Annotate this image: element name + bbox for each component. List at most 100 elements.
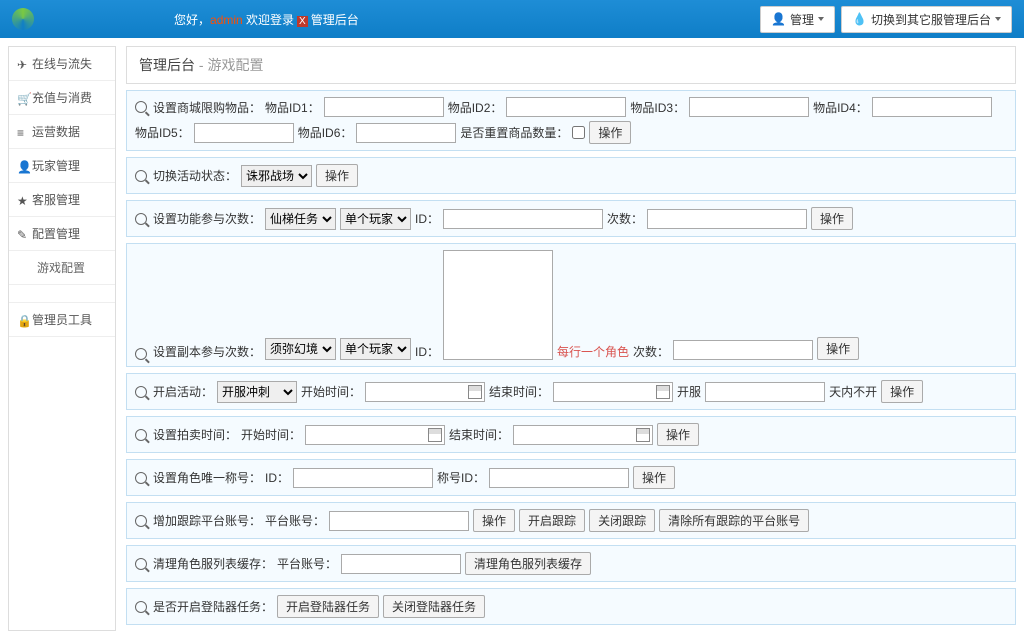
clear-cache-button[interactable]: 清理角色服列表缓存: [465, 552, 591, 575]
account-input[interactable]: [329, 511, 469, 531]
sidebar-item-online[interactable]: ✈在线与流失: [9, 47, 115, 81]
scope-select[interactable]: 单个玩家: [340, 208, 411, 230]
activity-select[interactable]: 诛邪战场: [241, 165, 312, 187]
search-icon: [135, 213, 147, 225]
cart-icon: 🛒: [17, 92, 28, 103]
disable-track-button[interactable]: 关闭跟踪: [589, 509, 655, 532]
feature-select[interactable]: 仙梯任务: [265, 208, 336, 230]
panel-unique-title: 设置角色唯一称号： ID： 称号ID： 操作: [126, 459, 1016, 496]
breadcrumb: 管理后台 - 游戏配置: [126, 46, 1016, 84]
drop-icon: 💧: [852, 12, 867, 26]
panel-clear-cache: 清理角色服列表缓存： 平台账号： 清理角色服列表缓存: [126, 545, 1016, 582]
reset-qty-checkbox[interactable]: [572, 126, 585, 139]
chevron-down-icon: [818, 17, 824, 21]
title-id-input[interactable]: [489, 468, 629, 488]
operate-button[interactable]: 操作: [881, 380, 923, 403]
days-input[interactable]: [705, 382, 825, 402]
switch-server-dropdown[interactable]: 💧切换到其它服管理后台: [841, 6, 1012, 33]
account-input[interactable]: [341, 554, 461, 574]
panel-title: 设置拍卖时间：: [153, 426, 237, 443]
search-icon: [135, 472, 147, 484]
search-icon: [135, 558, 147, 570]
sidebar-item-player[interactable]: 👤玩家管理: [9, 149, 115, 183]
panel-title: 设置副本参与次数：: [153, 343, 261, 360]
item-id4-input[interactable]: [872, 97, 992, 117]
instance-select[interactable]: 须弥幻境: [265, 338, 336, 360]
star-icon: ★: [17, 194, 28, 205]
manage-dropdown[interactable]: 👤管理: [760, 6, 835, 33]
count-input[interactable]: [673, 340, 813, 360]
start-time-input[interactable]: [365, 382, 485, 402]
item-id3-input[interactable]: [689, 97, 809, 117]
panel-shop-limit: 设置商城限购物品： 物品ID1： 物品ID2： 物品ID3： 物品ID4： 物品…: [126, 90, 1016, 151]
search-icon: [135, 515, 147, 527]
id-textarea[interactable]: [443, 250, 553, 360]
item-id2-input[interactable]: [506, 97, 626, 117]
sidebar-item-operation[interactable]: ≡运营数据: [9, 115, 115, 149]
end-time-input[interactable]: [553, 382, 673, 402]
count-input[interactable]: [647, 209, 807, 229]
operate-button[interactable]: 操作: [657, 423, 699, 446]
item-id1-input[interactable]: [324, 97, 444, 117]
panel-feature-count: 设置功能参与次数： 仙梯任务 单个玩家 ID： 次数： 操作: [126, 200, 1016, 237]
id-input[interactable]: [443, 209, 603, 229]
search-icon: [135, 386, 147, 398]
sidebar-item-service[interactable]: ★客服管理: [9, 183, 115, 217]
start-time-input[interactable]: [305, 425, 445, 445]
search-icon: [135, 601, 147, 613]
panel-switch-activity: 切换活动状态： 诛邪战场 操作: [126, 157, 1016, 194]
panel-auction-time: 设置拍卖时间： 开始时间： 结束时间： 操作: [126, 416, 1016, 453]
chevron-down-icon: [995, 17, 1001, 21]
clear-track-button[interactable]: 清除所有跟踪的平台账号: [659, 509, 809, 532]
close-badge[interactable]: X: [297, 16, 308, 27]
note-text: 每行一个角色: [557, 343, 629, 360]
topbar: 您好，admin 欢迎登录X管理后台 👤管理 💧切换到其它服管理后台: [0, 0, 1024, 38]
operate-button[interactable]: 操作: [633, 466, 675, 489]
panel-title: 设置功能参与次数：: [153, 210, 261, 227]
panel-title: 设置角色唯一称号：: [153, 469, 261, 486]
id-input[interactable]: [293, 468, 433, 488]
sidebar-item-admin-tools[interactable]: 🔒管理员工具: [9, 303, 115, 337]
panel-launcher-task: 是否开启登陆器任务： 开启登陆器任务 关闭登陆器任务: [126, 588, 1016, 625]
sidebar: ✈在线与流失 🛒充值与消费 ≡运营数据 👤玩家管理 ★客服管理 ✎配置管理 游戏…: [8, 46, 116, 631]
plane-icon: ✈: [17, 58, 28, 69]
edit-icon: ✎: [17, 228, 28, 239]
main-content: 管理后台 - 游戏配置 设置商城限购物品： 物品ID1： 物品ID2： 物品ID…: [126, 46, 1016, 631]
sidebar-item-config[interactable]: ✎配置管理: [9, 217, 115, 251]
sidebar-gap: [9, 285, 115, 303]
panel-title: 开启活动：: [153, 383, 213, 400]
activity-select[interactable]: 开服冲刺: [217, 381, 297, 403]
operate-button[interactable]: 操作: [316, 164, 358, 187]
sidebar-item-recharge[interactable]: 🛒充值与消费: [9, 81, 115, 115]
panel-instance-count: 设置副本参与次数： 须弥幻境 单个玩家 ID： 每行一个角色 次数： 操作: [126, 243, 1016, 367]
panel-title: 是否开启登陆器任务：: [153, 598, 273, 615]
disable-launcher-button[interactable]: 关闭登陆器任务: [383, 595, 485, 618]
lock-icon: 🔒: [17, 314, 28, 325]
operate-button[interactable]: 操作: [817, 337, 859, 360]
item-id6-input[interactable]: [356, 123, 456, 143]
user-icon: 👤: [771, 12, 786, 26]
panel-open-activity: 开启活动： 开服冲刺 开始时间： 结束时间： 开服天内不开 操作: [126, 373, 1016, 410]
end-time-input[interactable]: [513, 425, 653, 445]
sidebar-item-game-config[interactable]: 游戏配置: [9, 251, 115, 285]
scope-select[interactable]: 单个玩家: [340, 338, 411, 360]
welcome-text: 您好，admin 欢迎登录X管理后台: [174, 11, 359, 28]
panel-title: 切换活动状态：: [153, 167, 237, 184]
search-icon: [135, 348, 147, 360]
item-id5-input[interactable]: [194, 123, 294, 143]
panel-track-account: 增加跟踪平台账号： 平台账号： 操作 开启跟踪 关闭跟踪 清除所有跟踪的平台账号: [126, 502, 1016, 539]
enable-track-button[interactable]: 开启跟踪: [519, 509, 585, 532]
panel-title: 设置商城限购物品：: [153, 99, 261, 116]
user-icon: 👤: [17, 160, 28, 171]
operate-button[interactable]: 操作: [589, 121, 631, 144]
operate-button[interactable]: 操作: [811, 207, 853, 230]
operate-button[interactable]: 操作: [473, 509, 515, 532]
list-icon: ≡: [17, 126, 28, 137]
panel-title: 清理角色服列表缓存：: [153, 555, 273, 572]
search-icon: [135, 170, 147, 182]
enable-launcher-button[interactable]: 开启登陆器任务: [277, 595, 379, 618]
search-icon: [135, 101, 147, 113]
panel-title: 增加跟踪平台账号：: [153, 512, 261, 529]
logo: [12, 8, 34, 30]
search-icon: [135, 429, 147, 441]
